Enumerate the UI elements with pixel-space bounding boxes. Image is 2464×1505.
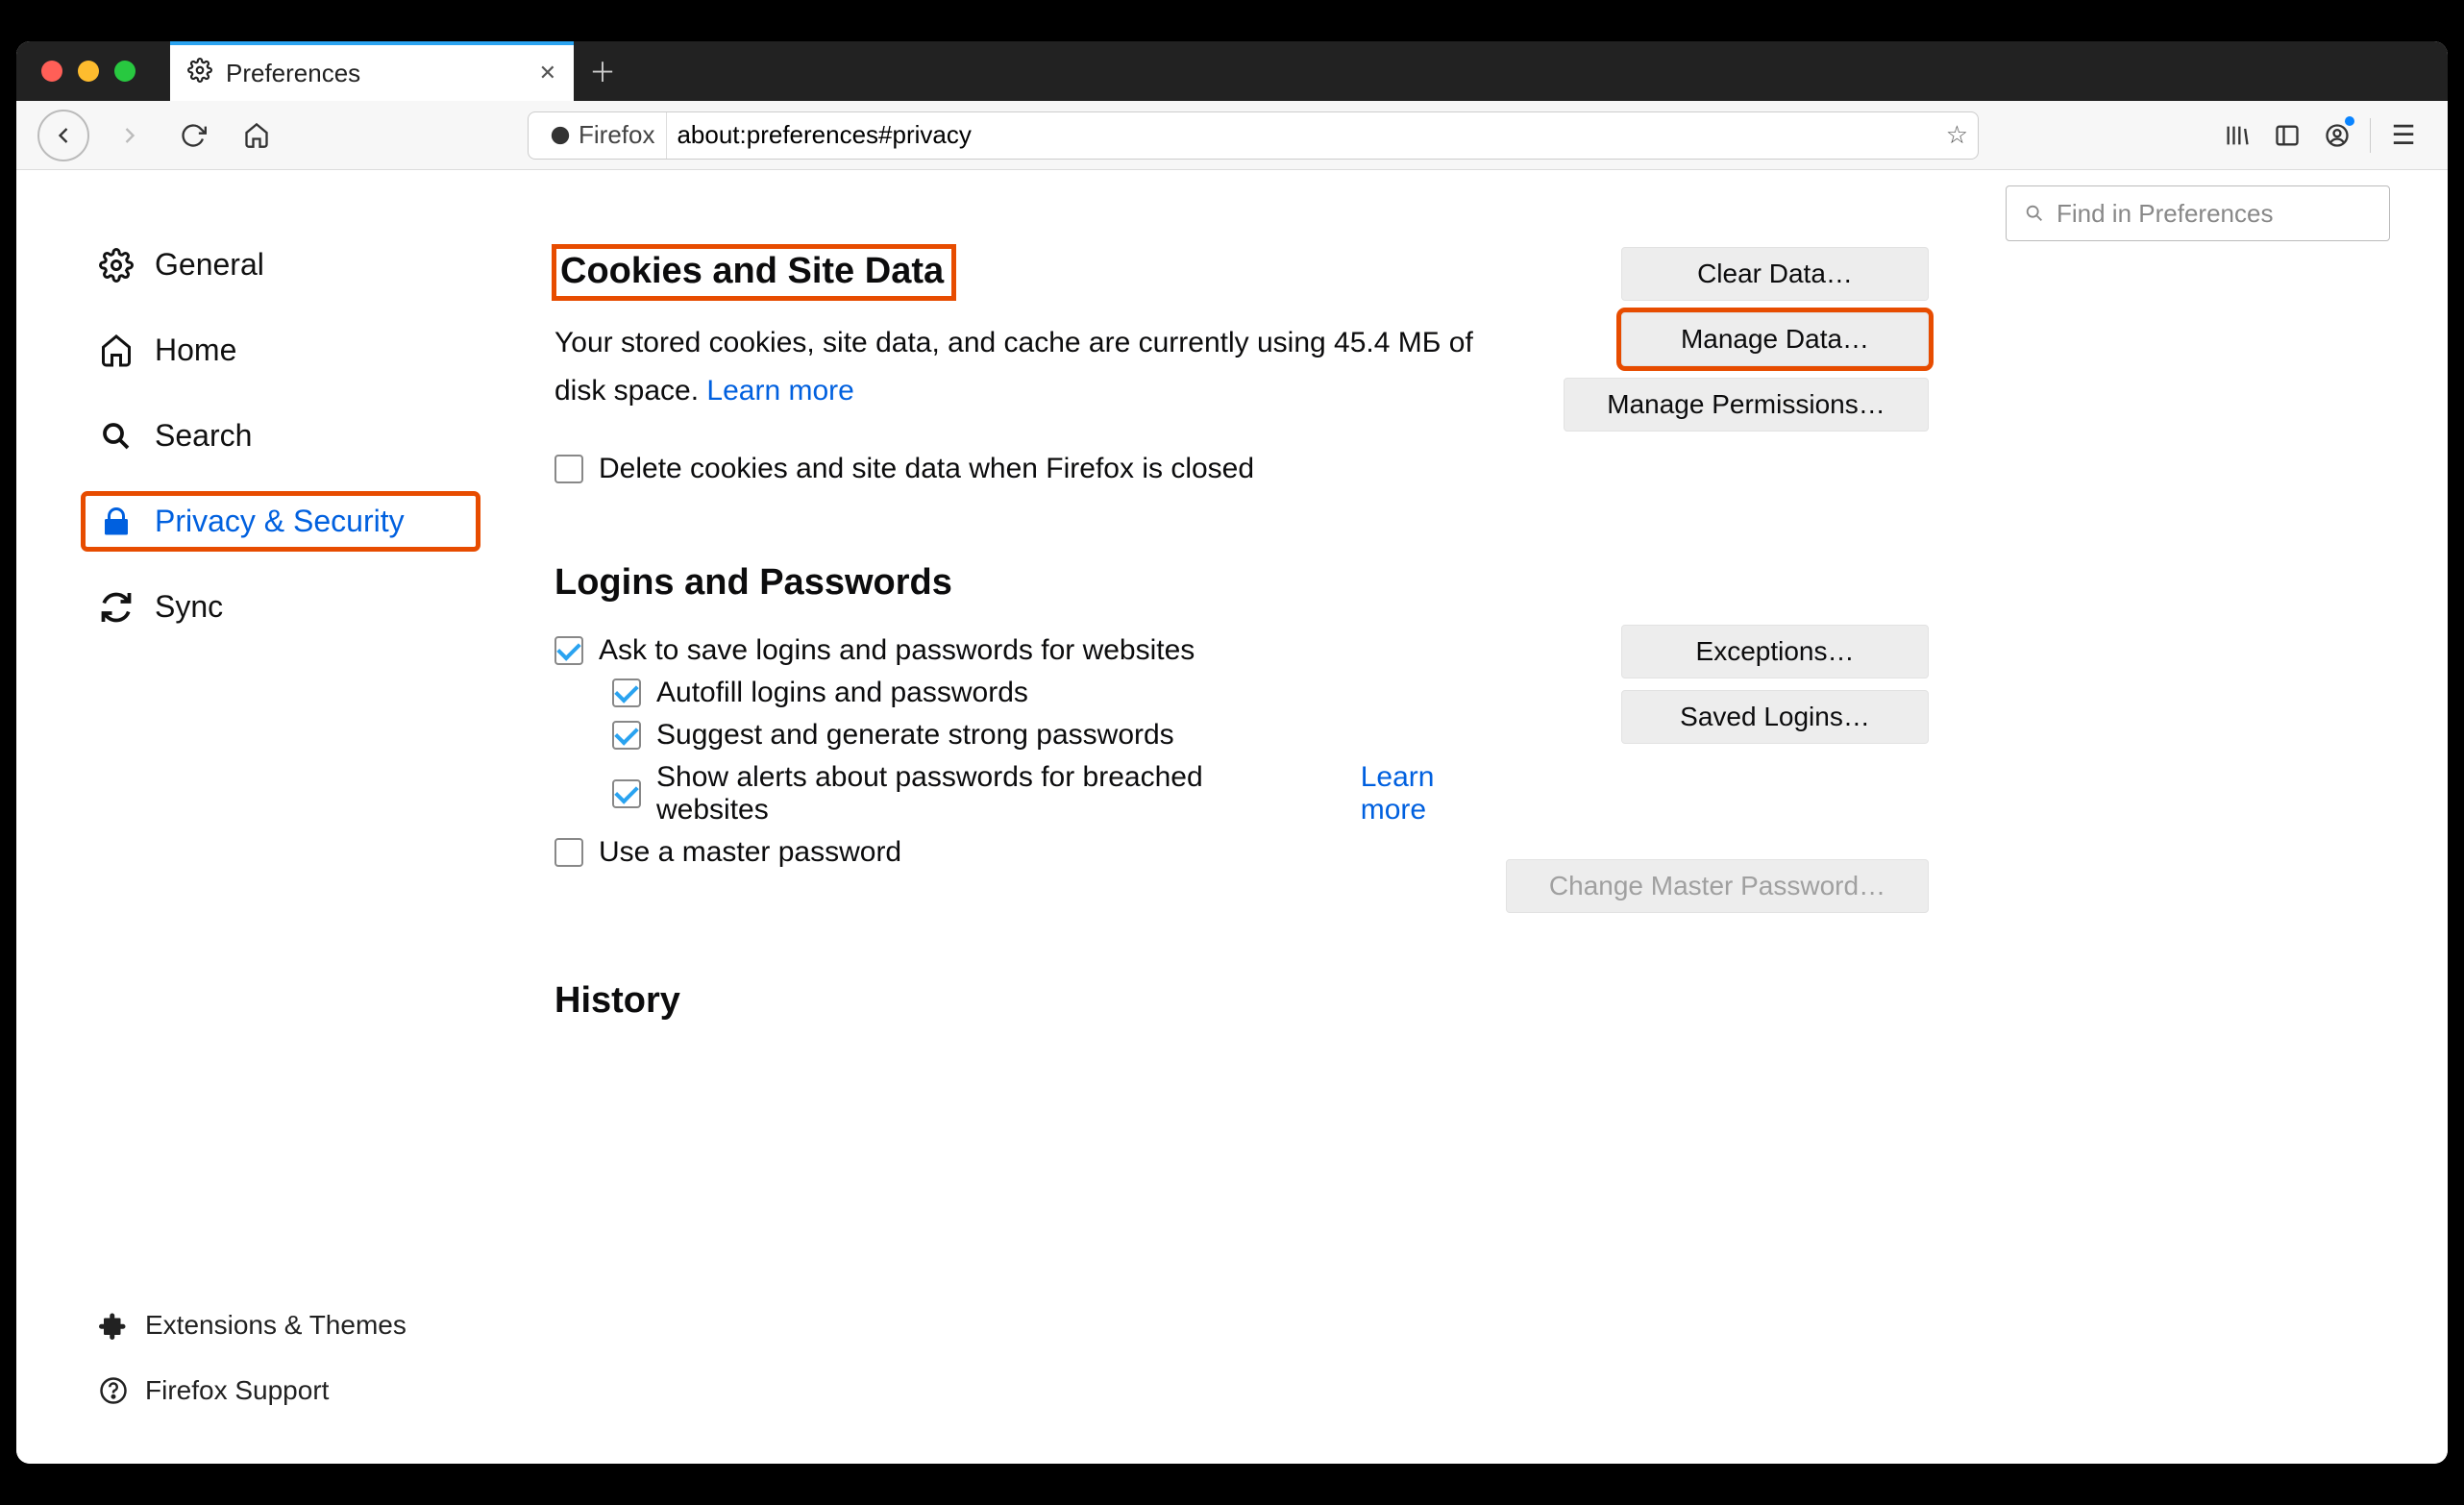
home-button[interactable] — [234, 112, 280, 159]
sidebar-item-label: Sync — [155, 589, 223, 625]
saved-logins-button[interactable]: Saved Logins… — [1621, 690, 1929, 744]
checkbox-breach-alerts[interactable] — [612, 779, 641, 808]
firefox-identity-badge: Firefox — [538, 112, 667, 159]
checkbox-autofill[interactable] — [612, 678, 641, 707]
exceptions-button[interactable]: Exceptions… — [1621, 625, 1929, 678]
sidebar-item-general[interactable]: General — [84, 237, 478, 292]
sidebar-item-label: General — [155, 247, 264, 283]
manage-permissions-button[interactable]: Manage Permissions… — [1564, 378, 1929, 432]
search-placeholder: Find in Preferences — [2057, 199, 2273, 229]
notification-dot-icon — [2345, 116, 2354, 126]
bookmark-star-icon[interactable]: ☆ — [1946, 120, 1968, 150]
cookies-description: Your stored cookies, site data, and cach… — [554, 319, 1477, 414]
help-icon — [99, 1376, 128, 1405]
checkbox-label: Suggest and generate strong passwords — [656, 719, 1174, 752]
section-heading-logins: Logins and Passwords — [554, 562, 1929, 604]
checkbox-suggest-strong[interactable] — [612, 721, 641, 750]
checkbox-delete-on-close[interactable] — [554, 455, 583, 483]
find-in-preferences-search[interactable]: Find in Preferences — [2006, 185, 2390, 241]
checkbox-label: Autofill logins and passwords — [656, 677, 1028, 709]
sync-icon — [99, 590, 134, 625]
sidebar-toggle-button[interactable] — [2264, 112, 2310, 159]
new-tab-button[interactable]: ＋ — [574, 41, 631, 101]
home-icon — [99, 333, 134, 368]
disk-usage-value: 45.4 МБ — [1334, 327, 1441, 358]
autofill-row[interactable]: Autofill logins and passwords — [612, 677, 1506, 709]
sidebar-link-label: Extensions & Themes — [145, 1310, 407, 1341]
close-tab-icon[interactable]: ✕ — [539, 61, 556, 86]
sidebar-item-search[interactable]: Search — [84, 408, 478, 463]
browser-tab-preferences[interactable]: Preferences ✕ — [170, 41, 574, 101]
checkbox-label: Show alerts about passwords for breached… — [656, 761, 1314, 827]
checkbox-label: Use a master password — [599, 836, 901, 869]
library-button[interactable] — [2214, 112, 2260, 159]
identity-label: Firefox — [579, 120, 654, 150]
window-zoom-dot[interactable] — [114, 61, 136, 82]
sidebar-item-label: Search — [155, 418, 252, 454]
url-input[interactable] — [677, 120, 1935, 150]
sidebar-link-extensions[interactable]: Extensions & Themes — [84, 1310, 535, 1341]
master-password-row[interactable]: Use a master password — [554, 836, 1506, 869]
url-bar[interactable]: Firefox ☆ — [528, 111, 1979, 160]
section-heading-cookies: Cookies and Site Data — [554, 247, 953, 298]
menu-button[interactable]: ☰ — [2380, 112, 2427, 159]
gear-icon — [187, 58, 212, 89]
account-button[interactable] — [2314, 112, 2360, 159]
forward-button[interactable] — [107, 112, 153, 159]
back-button[interactable] — [37, 110, 89, 161]
window-close-dot[interactable] — [41, 61, 62, 82]
sidebar-item-sync[interactable]: Sync — [84, 580, 478, 634]
search-icon — [2024, 203, 2045, 224]
tab-title: Preferences — [226, 59, 526, 88]
logins-learn-more-link[interactable]: Learn more — [1361, 761, 1506, 827]
sidebar-item-home[interactable]: Home — [84, 323, 478, 378]
checkbox-ask-save[interactable] — [554, 636, 583, 665]
checkbox-label: Delete cookies and site data when Firefo… — [599, 453, 1254, 485]
gear-icon — [99, 248, 134, 283]
window-minimize-dot[interactable] — [78, 61, 99, 82]
ask-save-row[interactable]: Ask to save logins and passwords for web… — [554, 634, 1506, 667]
change-master-password-button: Change Master Password… — [1506, 859, 1929, 913]
sidebar-item-label: Privacy & Security — [155, 504, 405, 539]
suggest-row[interactable]: Suggest and generate strong passwords — [612, 719, 1506, 752]
sidebar-item-privacy-security[interactable]: Privacy & Security — [84, 494, 478, 549]
lock-icon — [99, 505, 134, 539]
alerts-row[interactable]: Show alerts about passwords for breached… — [612, 761, 1506, 827]
delete-on-close-row[interactable]: Delete cookies and site data when Firefo… — [554, 453, 1477, 485]
checkbox-label: Ask to save logins and passwords for web… — [599, 634, 1195, 667]
search-icon — [99, 419, 134, 454]
reload-button[interactable] — [170, 112, 216, 159]
cookies-learn-more-link[interactable]: Learn more — [706, 375, 853, 407]
sidebar-link-label: Firefox Support — [145, 1375, 329, 1406]
puzzle-icon — [99, 1311, 128, 1340]
sidebar-item-label: Home — [155, 333, 236, 368]
clear-data-button[interactable]: Clear Data… — [1621, 247, 1929, 301]
section-heading-history: History — [554, 980, 1929, 1022]
toolbar-divider — [2370, 118, 2371, 153]
sidebar-link-support[interactable]: Firefox Support — [84, 1375, 535, 1406]
checkbox-master-password[interactable] — [554, 838, 583, 867]
manage-data-button[interactable]: Manage Data… — [1621, 312, 1929, 366]
